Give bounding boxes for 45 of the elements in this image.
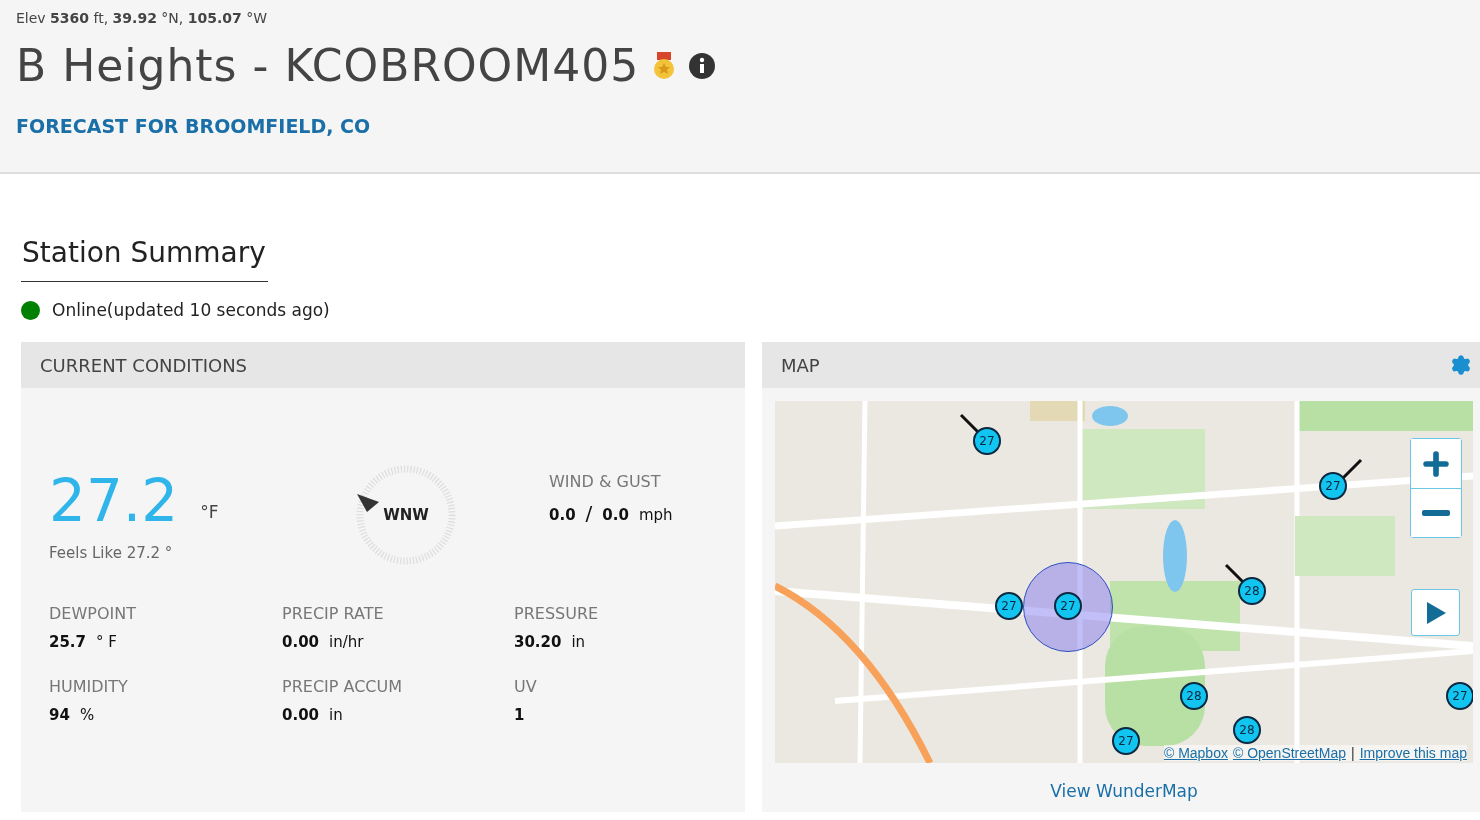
play-icon [1424, 600, 1447, 625]
minus-icon [1422, 510, 1450, 516]
panel-title: CURRENT CONDITIONS [40, 354, 248, 376]
attribution-link[interactable]: © Mapbox [1163, 745, 1228, 761]
metric-label: HUMIDITY [49, 677, 129, 696]
separator-text: | [1351, 745, 1355, 761]
medal-icon [653, 51, 676, 80]
wind-speed: 0.0 [549, 506, 576, 524]
station-location: Elev 5360 ft, 39.92 °N, 105.07 °W [16, 10, 269, 26]
metric-label: DEWPOINT [49, 604, 137, 623]
metric-value: 94 [49, 706, 70, 724]
play-button[interactable] [1411, 589, 1460, 636]
panel-title: MAP [781, 354, 820, 376]
attribution-link[interactable]: © OpenStreetMap [1232, 745, 1346, 761]
metric-label: UV [514, 677, 538, 696]
metric-label: PRECIP RATE [282, 604, 385, 623]
metric-value: 1 [514, 706, 525, 724]
metric-value: 25.7 [49, 633, 86, 651]
zoom-out-button[interactable] [1411, 488, 1461, 537]
settings-icon[interactable] [1450, 354, 1472, 376]
metric-label: PRESSURE [514, 604, 600, 623]
metric-value: 0.00 [282, 633, 319, 651]
metric-label: WIND & GUST [549, 472, 662, 491]
metric-unit: % [79, 706, 95, 724]
metric-unit: in [329, 706, 343, 724]
info-icon[interactable] [689, 52, 716, 79]
metric-unit: ° F [96, 633, 117, 651]
separator-text: / [585, 501, 593, 525]
wundermap-link[interactable]: View WunderMap [775, 781, 1473, 801]
wind-direction: WNW [383, 506, 429, 524]
wind-gust: 0.0 [602, 506, 629, 524]
station-title: B Heights - KCOBROOM405 [16, 40, 640, 91]
temperature-unit: °F [200, 502, 219, 522]
metric-value: 0.00 [282, 706, 319, 724]
status-text: Online(updated 10 seconds ago) [52, 300, 330, 320]
metric-value: 30.20 [514, 633, 562, 651]
feels-like: Feels Like 27.2 ° [49, 544, 174, 562]
metric-unit: in [571, 633, 586, 651]
section-title: Station Summary [21, 236, 268, 282]
attribution-link[interactable]: Improve this map [1359, 745, 1467, 761]
forecast-link[interactable]: FORECAST FOR BROOMFIELD, CO [16, 115, 371, 137]
metric-label: PRECIP ACCUM [282, 677, 404, 696]
metric-unit: mph [638, 506, 673, 524]
temperature-value: 27.2 [49, 472, 179, 530]
metric-unit: in/hr [329, 633, 364, 651]
